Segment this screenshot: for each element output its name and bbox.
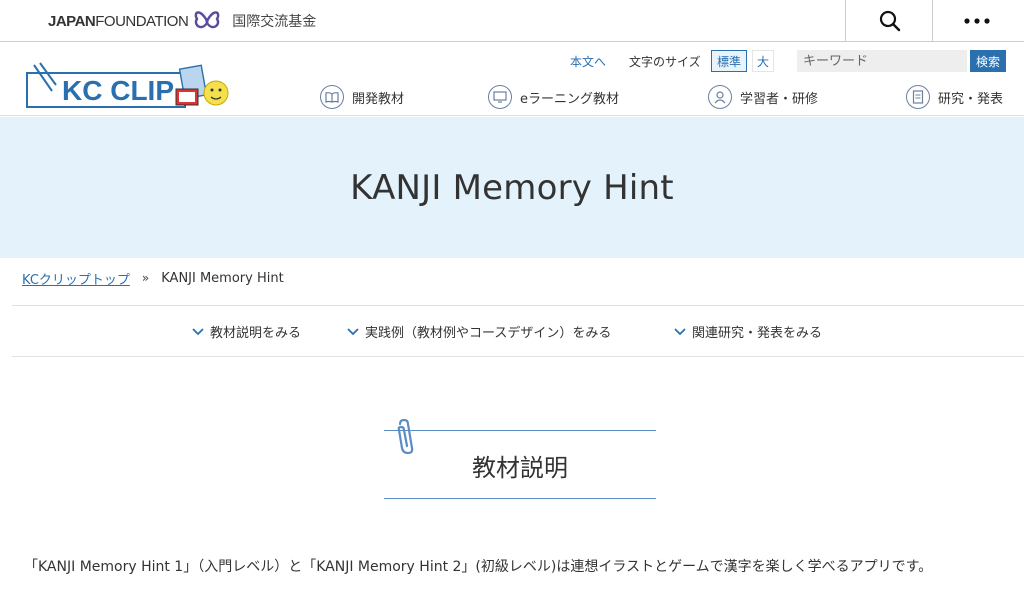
japan-foundation-logo[interactable]: JAPANFOUNDATION 国際交流基金 [48,6,316,36]
more-icon [963,18,990,24]
search-button[interactable] [845,0,933,42]
book-icon [320,85,344,109]
section-heading-top-rule [384,430,656,431]
nav-item-label: 学習者・研修 [740,91,819,107]
section-heading-bottom-rule [384,498,656,499]
jf-brand-rest: FOUNDATION [95,12,189,30]
document-icon [906,85,930,109]
page-title: KANJI Memory Hint [350,167,674,208]
chevron-down-icon [347,327,359,336]
skip-to-main-link[interactable]: 本文へ [570,50,606,72]
kc-clip-logo-graphic: KC CLIP [26,62,229,108]
anchor-related-research[interactable]: 関連研究・発表をみる [674,322,822,341]
anchor-label: 関連研究・発表をみる [692,326,823,341]
nav-item-learners[interactable]: 学習者・研修 [708,84,818,110]
nav-item-label: eラーニング教材 [520,91,619,107]
jf-wordmark: JAPANFOUNDATION [48,12,189,30]
section-title: 教材説明 [472,454,568,482]
chevron-down-icon [674,327,686,336]
person-icon [708,85,732,109]
anchor-practice-examples[interactable]: 実践例（教材例やコースデザイン）をみる [347,322,611,341]
anchor-label: 教材説明をみる [210,326,302,341]
site-header: KC CLIP 本文へ 文字のサイズ 標準 大 検索 開発教材 eラーニング教材… [0,42,1024,116]
anchor-material-description[interactable]: 教材説明をみる [192,322,301,341]
font-size-large-button[interactable]: 大 [752,50,774,72]
top-bar: JAPANFOUNDATION 国際交流基金 [0,0,1024,42]
kc-clip-logo[interactable]: KC CLIP [26,59,236,111]
jf-japanese-name: 国際交流基金 [232,14,317,30]
intro-paragraph: 「KANJI Memory Hint 1」（入門レベル）と「KANJI Memo… [24,559,933,575]
font-size-standard-button[interactable]: 標準 [711,50,747,72]
search-icon [879,10,900,32]
jf-butterfly-icon [194,11,220,29]
monitor-icon [488,85,512,109]
breadcrumb-separator: » [141,271,150,285]
breadcrumb-home-link[interactable]: KCクリップトップ [22,269,130,288]
page-hero: KANJI Memory Hint [0,117,1024,258]
nav-item-materials[interactable]: 開発教材 [320,84,404,110]
keyword-search-input[interactable] [797,50,967,72]
chevron-down-icon [192,327,204,336]
breadcrumb: KCクリップトップ » KANJI Memory Hint [22,268,284,288]
jf-brand-bold: JAPAN [48,12,96,30]
breadcrumb-current: KANJI Memory Hint [161,270,284,286]
more-menu-button[interactable] [932,0,1020,42]
nav-item-elearning[interactable]: eラーニング教材 [488,84,619,110]
anchor-label: 実践例（教材例やコースデザイン）をみる [365,326,612,341]
in-page-navigation: 教材説明をみる 実践例（教材例やコースデザイン）をみる 関連研究・発表をみる [12,305,1024,357]
nav-item-research[interactable]: 研究・発表 [906,84,1003,110]
nav-item-label: 開発教材 [352,91,405,107]
font-size-label: 文字のサイズ [629,54,701,69]
nav-item-label: 研究・発表 [938,91,1004,107]
keyword-search-button[interactable]: 検索 [970,50,1006,72]
kc-clip-logo-text: KC CLIP [62,75,174,106]
